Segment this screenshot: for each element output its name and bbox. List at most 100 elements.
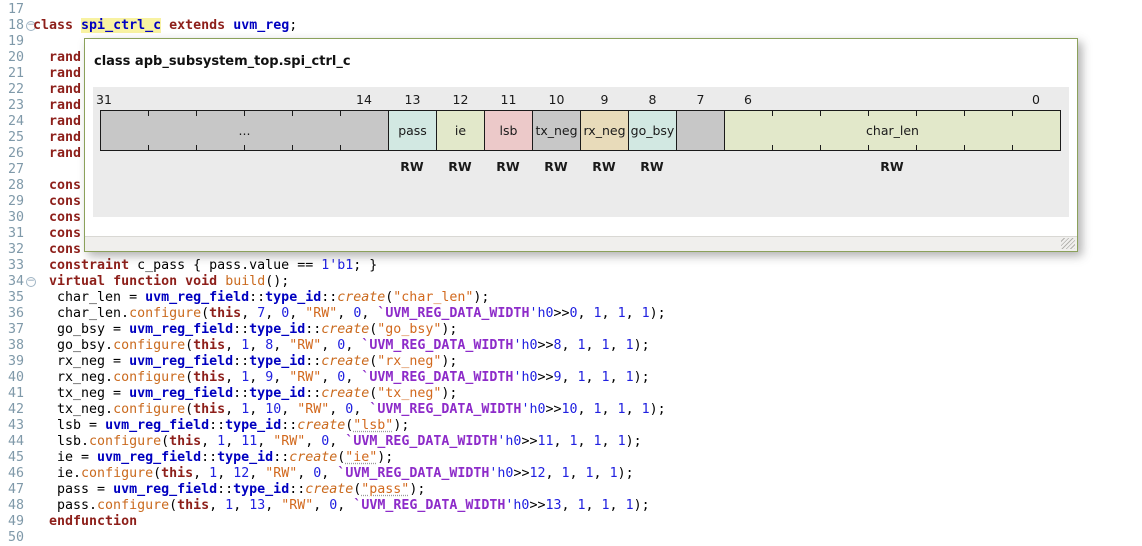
bit-tick bbox=[964, 111, 965, 116]
access-label: RW bbox=[640, 159, 664, 174]
bit-tick bbox=[820, 145, 821, 150]
bit-tick bbox=[964, 145, 965, 150]
code-line[interactable]: 44 lsb.configure(this, 1, 11, "RW", 0, `… bbox=[0, 434, 1142, 450]
code-text: ie.configure(this, 1, 12, "RW", 0, `UVM_… bbox=[33, 466, 634, 481]
line-number: 36 bbox=[7, 306, 24, 321]
line-number: 45 bbox=[7, 450, 24, 465]
line-number: 48 bbox=[7, 498, 24, 513]
code-line[interactable]: 41 tx_neg = uvm_reg_field::type_id::crea… bbox=[0, 386, 1142, 402]
code-line[interactable]: 47 pass = uvm_reg_field::type_id::create… bbox=[0, 482, 1142, 498]
field-cell-txneg: tx_neg bbox=[532, 110, 581, 151]
code-line[interactable]: 17 bbox=[0, 2, 1142, 18]
popup-title: class apb_subsystem_top.spi_ctrl_c bbox=[94, 54, 351, 69]
line-number: 35 bbox=[7, 290, 24, 305]
code-text: go_bsy = uvm_reg_field::type_id::create(… bbox=[33, 322, 458, 337]
bit-number: 14 bbox=[356, 92, 372, 107]
code-text: rand bbox=[49, 146, 82, 161]
code-text: char_len = uvm_reg_field::type_id::creat… bbox=[33, 290, 490, 305]
bit-number: 6 bbox=[744, 92, 752, 107]
code-line[interactable]: 36 char_len.configure(this, 7, 0, "RW", … bbox=[0, 306, 1142, 322]
bit-tick bbox=[148, 111, 149, 116]
line-number: 50 bbox=[7, 530, 24, 545]
code-line[interactable]: 49 endfunction bbox=[0, 514, 1142, 530]
bit-number: 12 bbox=[452, 92, 469, 107]
code-line[interactable]: 48 pass.configure(this, 1, 13, "RW", 0, … bbox=[0, 498, 1142, 514]
code-text: pass = uvm_reg_field::type_id::create("p… bbox=[33, 482, 426, 497]
line-number: 39 bbox=[7, 354, 24, 369]
bit-tick bbox=[244, 111, 245, 116]
code-text: char_len.configure(this, 7, 0, "RW", 0, … bbox=[33, 306, 666, 321]
code-text: tx_neg.configure(this, 1, 10, "RW", 0, `… bbox=[33, 402, 666, 417]
register-diagram-panel: 31 14... 13 pass RW 12 ie RW 11 lsb RW 10 tx_neg RW 9 r… bbox=[93, 87, 1069, 217]
code-text: lsb.configure(this, 1, 11, "RW", 0, `UVM… bbox=[33, 434, 642, 449]
code-text: cons bbox=[49, 242, 82, 257]
bit-number: 7 bbox=[696, 92, 705, 107]
code-line[interactable]: 35 char_len = uvm_reg_field::type_id::cr… bbox=[0, 290, 1142, 306]
code-line[interactable]: 38 go_bsy.configure(this, 1, 8, "RW", 0,… bbox=[0, 338, 1142, 354]
bit-tick bbox=[772, 145, 773, 150]
code-line[interactable]: 37 go_bsy = uvm_reg_field::type_id::crea… bbox=[0, 322, 1142, 338]
field-cell-reserved bbox=[676, 110, 725, 151]
code-text: constraint c_pass { pass.value == 1'b1; … bbox=[49, 258, 378, 273]
hover-popup: class apb_subsystem_top.spi_ctrl_c 31 14.… bbox=[84, 38, 1078, 252]
bit-number: 0 bbox=[1032, 92, 1040, 107]
bit-tick bbox=[196, 145, 197, 150]
bit-tick bbox=[292, 111, 293, 116]
bit-tick bbox=[340, 111, 341, 116]
bit-tick bbox=[868, 111, 869, 116]
bit-tick bbox=[292, 145, 293, 150]
field-cell-lsb: lsb bbox=[484, 110, 533, 151]
line-number: 18 bbox=[7, 18, 24, 33]
popup-status-bar bbox=[85, 236, 1077, 251]
line-number: 34 bbox=[7, 274, 24, 289]
code-line[interactable]: 39 rx_neg = uvm_reg_field::type_id::crea… bbox=[0, 354, 1142, 370]
access-label: RW bbox=[880, 159, 904, 174]
code-line[interactable]: 42 tx_neg.configure(this, 1, 10, "RW", 0… bbox=[0, 402, 1142, 418]
code-text: rand bbox=[49, 66, 82, 81]
bit-tick bbox=[772, 111, 773, 116]
line-number: 38 bbox=[7, 338, 24, 353]
code-text: virtual function void build(); bbox=[49, 274, 290, 289]
code-line[interactable]: 45 ie = uvm_reg_field::type_id::create("… bbox=[0, 450, 1142, 466]
line-number: 23 bbox=[7, 98, 24, 113]
bit-tick bbox=[868, 145, 869, 150]
code-text: go_bsy.configure(this, 1, 8, "RW", 0, `U… bbox=[33, 338, 650, 353]
bit-number: 31 bbox=[96, 92, 112, 107]
code-line[interactable]: 18− class spi_ctrl_c extends uvm_reg; bbox=[0, 18, 1142, 34]
code-line[interactable]: 33 constraint c_pass { pass.value == 1'b… bbox=[0, 258, 1142, 274]
line-number: 28 bbox=[7, 178, 24, 193]
resize-grip-icon[interactable] bbox=[1061, 238, 1075, 249]
line-number: 43 bbox=[7, 418, 24, 433]
field-cell-gobsy: go_bsy bbox=[628, 110, 677, 151]
code-text: lsb = uvm_reg_field::type_id::create("ls… bbox=[33, 418, 410, 433]
line-number: 33 bbox=[7, 258, 24, 273]
code-line[interactable]: 43 lsb = uvm_reg_field::type_id::create(… bbox=[0, 418, 1142, 434]
bit-number: 8 bbox=[648, 92, 657, 107]
line-number: 49 bbox=[7, 514, 24, 529]
line-number: 21 bbox=[7, 66, 24, 81]
line-number: 19 bbox=[7, 34, 24, 49]
line-number: 44 bbox=[7, 434, 24, 449]
bit-tick bbox=[148, 145, 149, 150]
bit-number: 9 bbox=[600, 92, 609, 107]
line-number: 22 bbox=[7, 82, 24, 97]
code-line[interactable]: 46 ie.configure(this, 1, 12, "RW", 0, `U… bbox=[0, 466, 1142, 482]
code-line[interactable]: 50 bbox=[0, 530, 1142, 546]
bit-number: 11 bbox=[500, 92, 517, 107]
code-text: cons bbox=[49, 210, 82, 225]
line-number: 47 bbox=[7, 482, 24, 497]
line-number: 20 bbox=[7, 50, 24, 65]
line-number: 24 bbox=[7, 114, 24, 129]
bit-tick bbox=[340, 145, 341, 150]
line-number: 46 bbox=[7, 466, 24, 481]
code-line[interactable]: 40 rx_neg.configure(this, 1, 9, "RW", 0,… bbox=[0, 370, 1142, 386]
bit-tick bbox=[1012, 111, 1013, 116]
line-number: 26 bbox=[7, 146, 24, 161]
line-number: 29 bbox=[7, 194, 24, 209]
code-text: rx_neg.configure(this, 1, 9, "RW", 0, `U… bbox=[33, 370, 650, 385]
bit-tick bbox=[916, 111, 917, 116]
line-number: 32 bbox=[7, 242, 24, 257]
bit-tick bbox=[244, 145, 245, 150]
code-line[interactable]: 34− virtual function void build(); bbox=[0, 274, 1142, 290]
field-cell-pass: pass bbox=[388, 110, 437, 151]
